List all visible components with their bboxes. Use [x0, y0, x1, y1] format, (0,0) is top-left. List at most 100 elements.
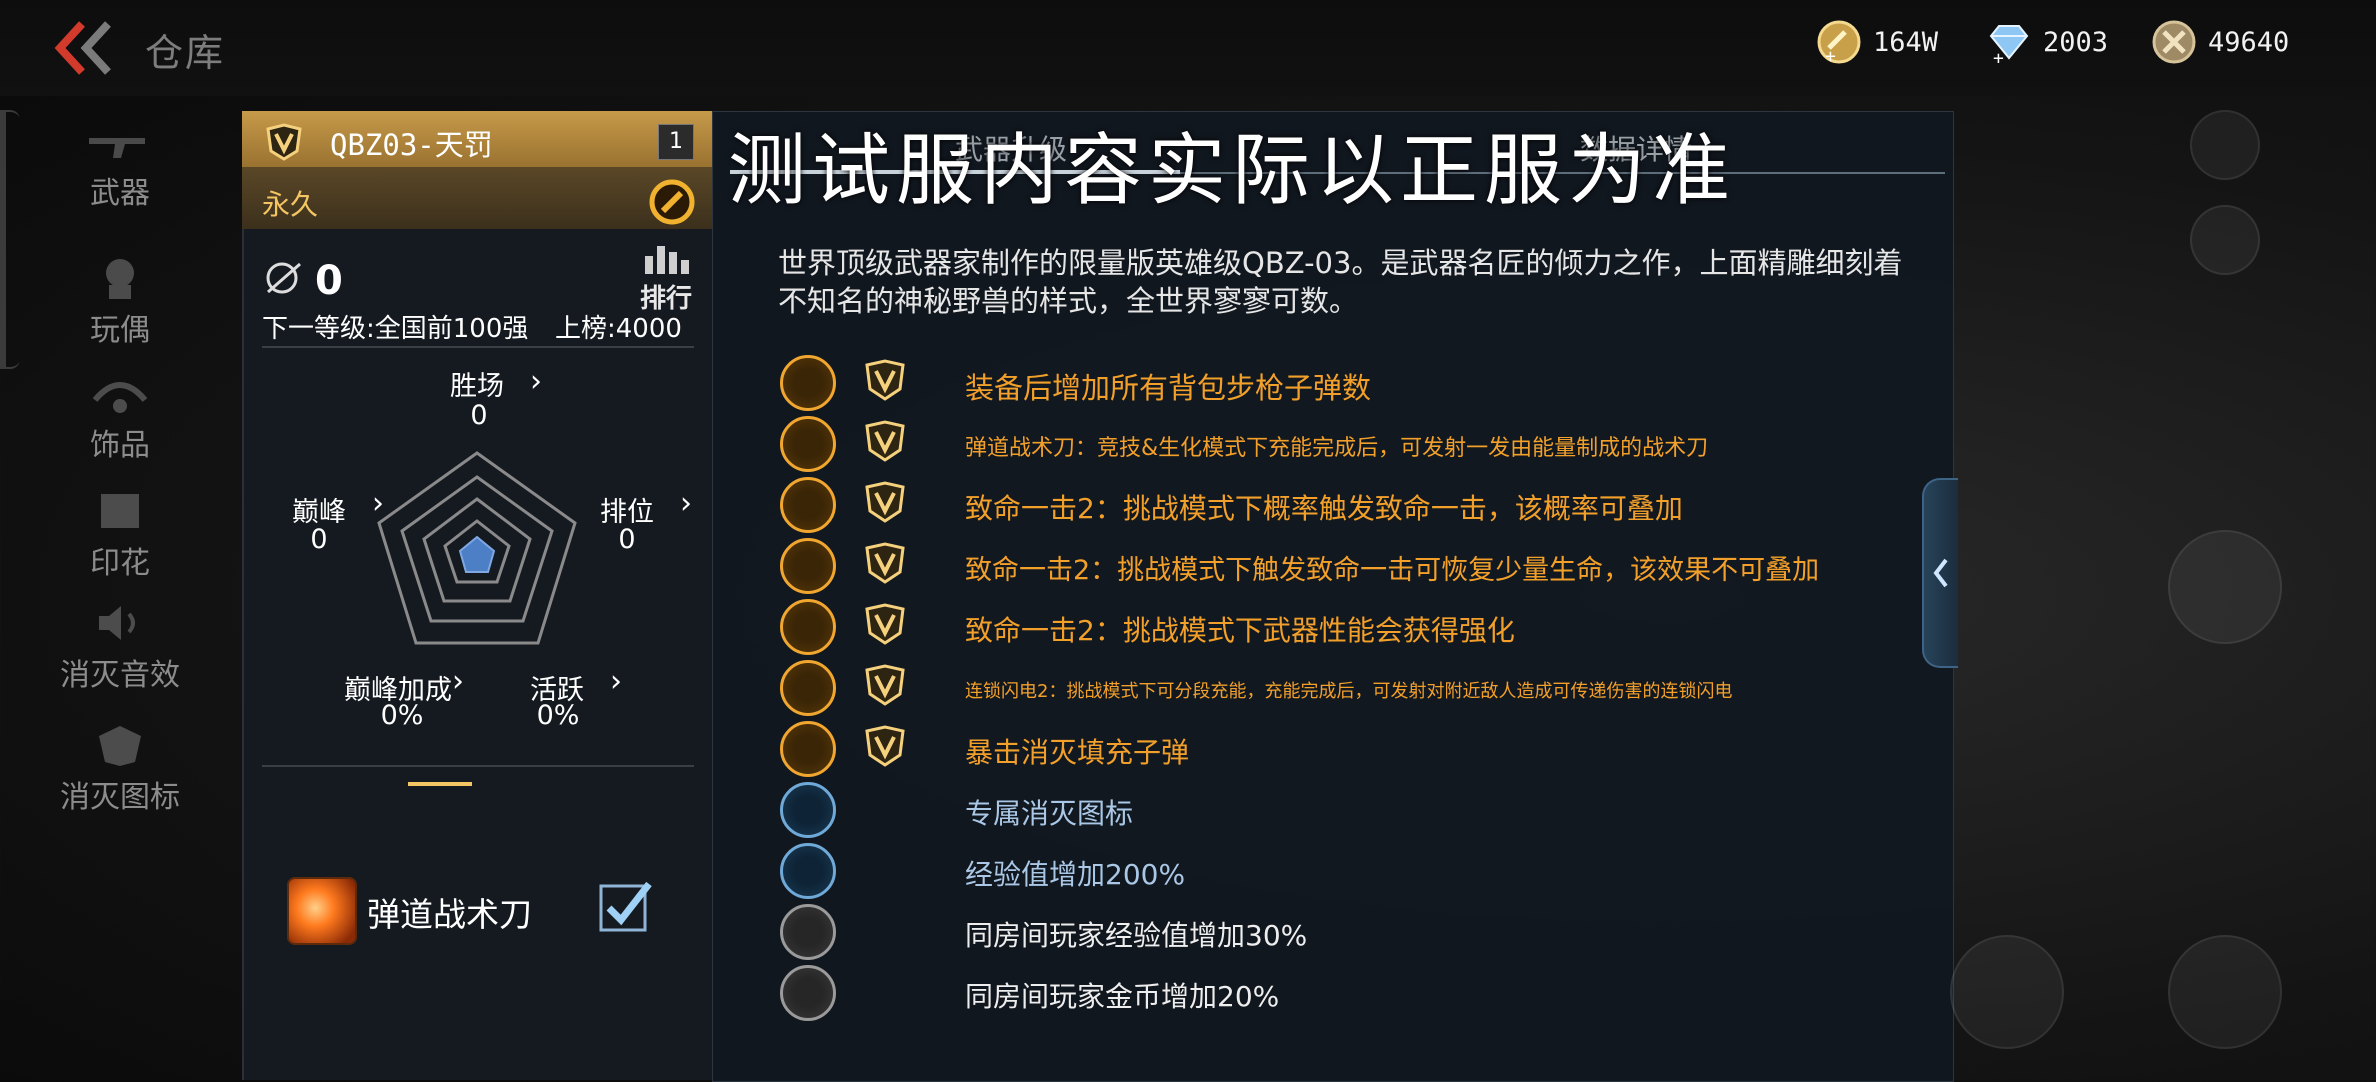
decal-icon	[101, 494, 139, 528]
chevron-right-icon[interactable]: ›	[372, 486, 384, 521]
weapon-duration: 永久	[262, 188, 319, 221]
chevron-right-icon[interactable]: ›	[610, 664, 622, 699]
sidebar-item-kill-sound[interactable]: 消灭音效	[0, 600, 240, 694]
svg-text:+: +	[1993, 48, 2004, 66]
effect-text: 连锁闪电2：挑战模式下可分段充能，充能完成后，可发射对附近敌人造成可传递伤害的连…	[965, 681, 1733, 702]
effect-text: 致命一击2：挑战模式下概率触发致命一击，该概率可叠加	[965, 492, 1683, 525]
effect-text: 同房间玩家经验值增加30%	[965, 919, 1308, 952]
lightning-gun-icon	[780, 660, 836, 716]
doll-icon	[106, 259, 134, 299]
chevron-right-icon[interactable]: ›	[452, 664, 464, 699]
effect-row: 连锁闪电2：挑战模式下可分段充能，充能完成后，可发射对附近敌人造成可传递伤害的连…	[780, 660, 1950, 716]
effect-row: 暴击消灭填充子弹	[780, 721, 1950, 777]
effect-text: 同房间玩家金币增加20%	[965, 980, 1280, 1013]
view-1p-icon[interactable]	[2190, 205, 2260, 275]
sidebar-item-doll[interactable]: 玩偶	[0, 255, 240, 349]
stat-peak-value: 0	[310, 524, 328, 555]
effect-text: 致命一击2：挑战模式下武器性能会获得强化	[965, 614, 1515, 647]
vip-badge-icon	[865, 481, 905, 523]
sidebar-item-decal[interactable]: 印花	[0, 488, 240, 582]
ornament-icon	[92, 382, 148, 413]
effect-row: 专属消灭图标	[780, 782, 1950, 838]
currency-honor[interactable]: 49640	[2150, 18, 2289, 66]
kill-emblem-icon	[780, 782, 836, 838]
gold-value: 164W	[1873, 26, 1939, 58]
skill-label: 弹道战术刀	[367, 895, 532, 934]
honor-coin-icon	[2152, 20, 2196, 64]
sidebar-item-label: 消灭音效	[60, 658, 180, 693]
vip-badge-icon	[865, 664, 905, 706]
knife-icon	[780, 416, 836, 472]
vip-badge-icon	[266, 123, 302, 161]
vip-badge-icon	[865, 359, 905, 401]
checkbox-checked-icon	[599, 881, 652, 932]
stats-radar-chart	[377, 451, 577, 645]
leaderboard-threshold: 上榜:4000	[555, 314, 682, 344]
chevron-right-icon[interactable]: ›	[680, 486, 692, 521]
fist-icon	[780, 538, 836, 594]
room-exp-icon	[780, 904, 836, 960]
stat-rank-value: 0	[618, 524, 636, 555]
effect-row: 致命一击2：挑战模式下触发致命一击可恢复少量生命，该效果不可叠加	[780, 538, 1950, 594]
rank-trend-icon	[266, 262, 301, 294]
rank-count: 0	[315, 258, 343, 304]
vip-badge-icon	[865, 420, 905, 462]
weapon-level-badge: 1	[658, 124, 694, 160]
leaderboard-icon	[645, 246, 689, 274]
skill-checkbox[interactable]	[597, 878, 653, 934]
effect-row: 弹道战术刀：竞技&生化模式下充能完成后，可发射一发由能量制成的战术刀	[780, 416, 1950, 472]
sidebar-item-kill-emblem[interactable]: 消灭图标	[0, 722, 240, 816]
leaderboard-button[interactable]: 排行	[635, 242, 697, 314]
vip-badge-icon	[865, 725, 905, 767]
effect-row: 装备后增加所有背包步枪子弹数	[780, 355, 1950, 411]
chevron-left-icon	[1933, 558, 1948, 588]
effect-text: 弹道战术刀：竞技&生化模式下充能完成后，可发射一发由能量制成的战术刀	[965, 436, 1709, 461]
emblem-icon	[99, 726, 141, 766]
effect-row: 致命一击2：挑战模式下概率触发致命一击，该概率可叠加	[780, 477, 1950, 533]
inspect-weapon-icon[interactable]	[2168, 530, 2282, 644]
effect-text: 专属消灭图标	[965, 797, 1134, 830]
honor-value: 49640	[2208, 26, 2290, 58]
sound-icon	[99, 606, 135, 640]
sidebar-item-label: 饰品	[90, 428, 150, 463]
page-indicator	[408, 782, 472, 786]
settings-icon[interactable]	[2190, 110, 2260, 180]
currency-diamond[interactable]: + 2003	[1985, 18, 2108, 66]
vip-badge-icon	[865, 603, 905, 645]
sidebar-item-label: 消灭图标	[60, 780, 180, 815]
crit-ammo-icon	[780, 721, 836, 777]
divider	[262, 346, 694, 348]
sidebar-item-label: 武器	[90, 176, 150, 211]
effect-text: 致命一击2：挑战模式下触发致命一击可恢复少量生命，该效果不可叠加	[965, 555, 1820, 586]
back-button[interactable]	[52, 18, 122, 78]
stat-wins-label: 胜场	[450, 371, 504, 402]
sidebar-item-weapon[interactable]: 武器	[0, 118, 240, 212]
exp-up-icon	[780, 843, 836, 899]
permanent-icon	[649, 179, 695, 225]
panel-collapse-tab[interactable]	[1922, 478, 1958, 668]
effect-row: 致命一击2：挑战模式下武器性能会获得强化	[780, 599, 1950, 655]
rifle-icon	[89, 138, 145, 158]
room-coin-icon	[780, 965, 836, 1021]
effect-text: 装备后增加所有背包步枪子弹数	[965, 371, 1372, 405]
effect-row: 经验值增加200%	[780, 843, 1950, 899]
rifle-ammo-icon	[780, 355, 836, 411]
fist-icon	[780, 477, 836, 533]
diamond-icon: +	[1989, 25, 2029, 66]
effect-row: 同房间玩家经验值增加30%	[780, 904, 1950, 960]
diamond-value: 2003	[2043, 26, 2109, 58]
back-arrow-icon	[54, 21, 111, 75]
currency-gold[interactable]: + 164W	[1815, 18, 1938, 66]
svg-text:+: +	[1825, 46, 1836, 66]
stat-peak-bonus-value: 0%	[380, 700, 424, 731]
ballistic-knife-skill-icon	[287, 877, 357, 945]
stat-wins-value: 0	[470, 400, 488, 431]
preview-icon[interactable]	[2168, 935, 2282, 1049]
effect-row: 同房间玩家金币增加20%	[780, 965, 1950, 1021]
next-level-requirement: 下一等级:全国前100强	[262, 314, 529, 344]
gold-coin-icon: +	[1817, 20, 1861, 66]
sidebar-item-ornament[interactable]: 饰品	[0, 370, 240, 464]
weapon-description: 世界顶级武器家制作的限量版英雄级QBZ-03。是武器名匠的倾力之作，上面精雕细刻…	[778, 246, 1903, 318]
switch-icon[interactable]	[1950, 935, 2064, 1049]
chevron-right-icon[interactable]: ›	[530, 364, 542, 399]
